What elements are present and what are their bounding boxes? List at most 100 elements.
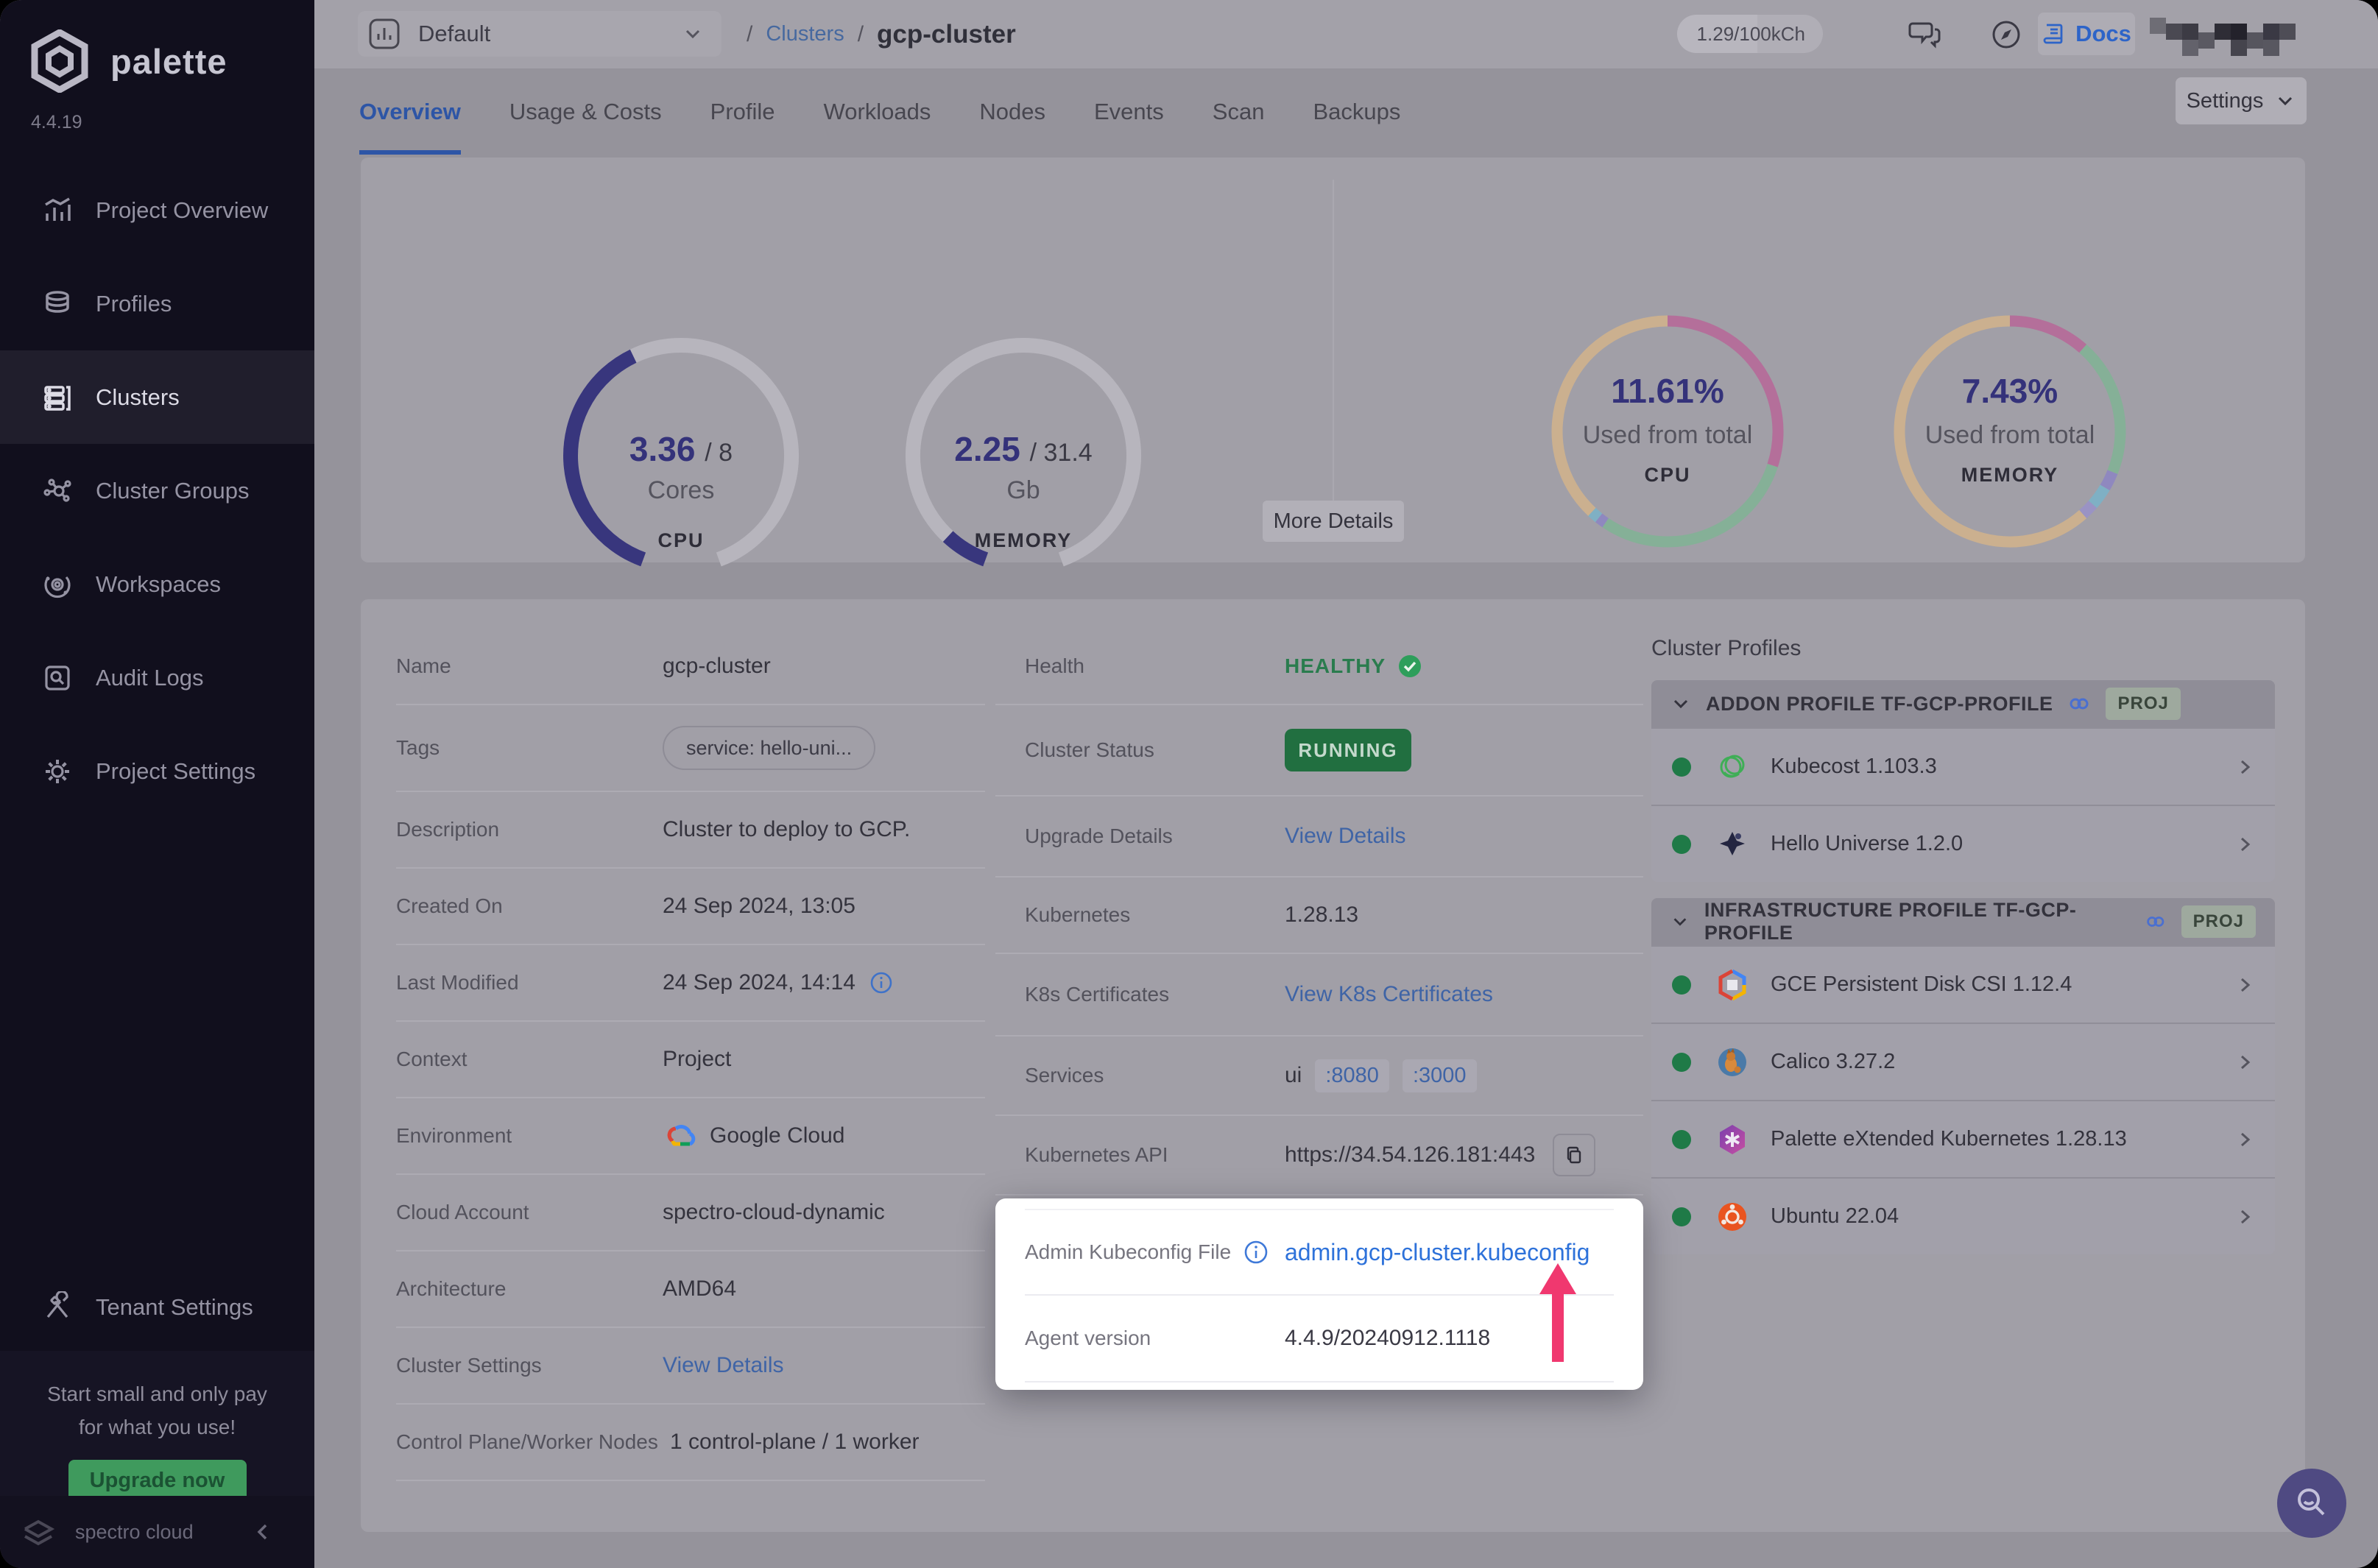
chevron-right-icon [2235, 835, 2254, 854]
context-value: Project [663, 1047, 731, 1072]
service-name: ui [1285, 1063, 1302, 1088]
profile-group-header[interactable]: INFRASTRUCTURE PROFILE TF-GCP-PROFILE PR… [1651, 898, 2275, 945]
status-dot [1672, 1207, 1691, 1226]
description-value: Cluster to deploy to GCP. [663, 817, 910, 842]
cluster-details-card: Name gcp-cluster Tags service: hello-uni… [361, 599, 2305, 1532]
profile-group-header[interactable]: ADDON PROFILE TF-GCP-PROFILE PROJ [1651, 680, 2275, 727]
cloud-account-value: spectro-cloud-dynamic [663, 1200, 885, 1225]
cluster-profiles-title: Cluster Profiles [1651, 636, 2275, 661]
sidebar-item-label: Clusters [96, 384, 180, 411]
usage-meter[interactable]: 1.29/100kCh [1677, 15, 1823, 53]
service-port-link[interactable]: :8080 [1315, 1059, 1389, 1092]
tab-profile[interactable]: Profile [710, 68, 775, 155]
server-icon [41, 381, 74, 414]
service-port-link[interactable]: :3000 [1403, 1059, 1477, 1092]
tag-pill[interactable]: service: hello-uni... [663, 726, 875, 770]
promo-line-2: for what you use! [0, 1410, 314, 1444]
sidebar-item-tenant-settings[interactable]: Tenant Settings [0, 1260, 314, 1354]
last-modified-value: 24 Sep 2024, 14:14 [663, 970, 855, 995]
upgrade-details-link[interactable]: View Details [1285, 824, 1406, 849]
chevron-right-icon [2235, 757, 2254, 777]
sidebar-nav: Project Overview Profiles Clusters Clust… [0, 163, 314, 818]
project-selector[interactable]: Default [358, 11, 721, 57]
info-icon[interactable] [869, 970, 894, 995]
tab-workloads[interactable]: Workloads [824, 68, 931, 155]
tab-overview[interactable]: Overview [359, 68, 461, 155]
sidebar: palette 4.4.19 Project Overview Profiles… [0, 0, 314, 1568]
hello-universe-icon [1715, 827, 1749, 861]
tab-events[interactable]: Events [1094, 68, 1164, 155]
memory-gauge: 2.25 / 31.4 Gb MEMORY [898, 331, 1149, 581]
environment-value: Google Cloud [710, 1123, 844, 1148]
detail-row-nodes: Control Plane/Worker Nodes 1 control-pla… [396, 1405, 985, 1481]
profile-item-gce-csi[interactable]: GCE Persistent Disk CSI 1.12.4 [1651, 945, 2275, 1023]
chevron-right-icon [2235, 975, 2254, 995]
details-left-column: Name gcp-cluster Tags service: hello-uni… [396, 629, 985, 1481]
tab-nodes[interactable]: Nodes [979, 68, 1045, 155]
app-window: palette 4.4.19 Project Overview Profiles… [0, 0, 2378, 1568]
cpu-gauge: 3.36 / 8 Cores CPU [556, 331, 806, 581]
google-cloud-icon [663, 1122, 696, 1150]
sidebar-item-cluster-groups[interactable]: Cluster Groups [0, 444, 314, 537]
detail-row-k8s-certificates: K8s Certificates View K8s Certificates [995, 954, 1643, 1036]
chevron-right-icon [2235, 1207, 2254, 1226]
sidebar-item-project-overview[interactable]: Project Overview [0, 163, 314, 257]
gear-icon [41, 755, 74, 788]
breadcrumb: / Clusters / gcp-cluster [747, 0, 1016, 68]
kubeconfig-download-link[interactable]: admin.gcp-cluster.kubeconfig [1285, 1239, 1590, 1266]
profile-item-kubecost[interactable]: Kubecost 1.103.3 [1651, 727, 2275, 805]
detail-row-cloud-account: Cloud Account spectro-cloud-dynamic [396, 1175, 985, 1251]
chat-icon[interactable] [1907, 16, 1944, 53]
docs-button[interactable]: Docs [2038, 13, 2135, 55]
sidebar-item-profiles[interactable]: Profiles [0, 257, 314, 350]
app-version: 4.4.19 [31, 112, 82, 133]
compass-icon[interactable] [1988, 16, 2025, 53]
magnifier-smile-icon [2293, 1484, 2331, 1522]
profile-item-name: Palette eXtended Kubernetes 1.28.13 [1771, 1127, 2127, 1151]
breadcrumb-link-clusters[interactable]: Clusters [766, 22, 844, 46]
sidebar-item-label: Cluster Groups [96, 478, 249, 504]
info-icon[interactable] [1243, 1239, 1269, 1265]
detail-row-kubernetes: Kubernetes 1.28.13 [995, 877, 1643, 954]
chevron-down-icon [1670, 693, 1691, 714]
profile-item-calico[interactable]: Calico 3.27.2 [1651, 1023, 2275, 1100]
tab-backups[interactable]: Backups [1313, 68, 1400, 155]
sidebar-item-audit-logs[interactable]: Audit Logs [0, 631, 314, 724]
chevron-left-icon[interactable] [253, 1522, 273, 1542]
settings-button[interactable]: Settings [2176, 77, 2307, 124]
promo-line-1: Start small and only pay [0, 1377, 314, 1410]
tools-icon [41, 1291, 74, 1324]
chevron-down-icon [1670, 911, 1690, 932]
profile-item-pxk[interactable]: Palette eXtended Kubernetes 1.28.13 [1651, 1100, 2275, 1177]
profile-group-name: ADDON PROFILE TF-GCP-PROFILE [1706, 693, 2053, 716]
nodes-value: 1 control-plane / 1 worker [670, 1430, 920, 1455]
search-fab[interactable] [2277, 1469, 2346, 1538]
calico-icon [1715, 1045, 1749, 1079]
sidebar-item-clusters[interactable]: Clusters [0, 350, 314, 444]
copy-button[interactable] [1553, 1134, 1595, 1176]
more-details-button[interactable]: More Details [1263, 501, 1404, 542]
scope-badge: PROJ [2181, 905, 2256, 938]
status-dot [1672, 835, 1691, 854]
profile-item-ubuntu[interactable]: Ubuntu 22.04 [1651, 1177, 2275, 1254]
detail-row-created-on: Created On 24 Sep 2024, 13:05 [396, 869, 985, 945]
palette-logo-icon [28, 29, 91, 93]
profile-item-name: Hello Universe 1.2.0 [1771, 832, 1963, 856]
breadcrumb-separator: / [747, 22, 752, 47]
logo-wordmark: palette [110, 41, 227, 82]
k8s-certificates-link[interactable]: View K8s Certificates [1285, 982, 1493, 1007]
palette-logo: palette [28, 29, 227, 93]
addon-profile-group: ADDON PROFILE TF-GCP-PROFILE PROJ Kubeco… [1651, 680, 2275, 882]
sidebar-item-workspaces[interactable]: Workspaces [0, 537, 314, 631]
copy-icon [1564, 1145, 1584, 1165]
sidebar-item-project-settings[interactable]: Project Settings [0, 724, 314, 818]
cluster-settings-link[interactable]: View Details [663, 1353, 784, 1378]
profile-item-hello-universe[interactable]: Hello Universe 1.2.0 [1651, 805, 2275, 882]
card-divider [1333, 180, 1334, 511]
tab-scan[interactable]: Scan [1213, 68, 1265, 155]
docs-label: Docs [2075, 21, 2131, 47]
tab-usage-costs[interactable]: Usage & Costs [509, 68, 662, 155]
status-dot [1672, 757, 1691, 777]
profile-group-name: INFRASTRUCTURE PROFILE TF-GCP-PROFILE [1704, 899, 2130, 944]
redacted-user-info[interactable] [2150, 18, 2294, 52]
